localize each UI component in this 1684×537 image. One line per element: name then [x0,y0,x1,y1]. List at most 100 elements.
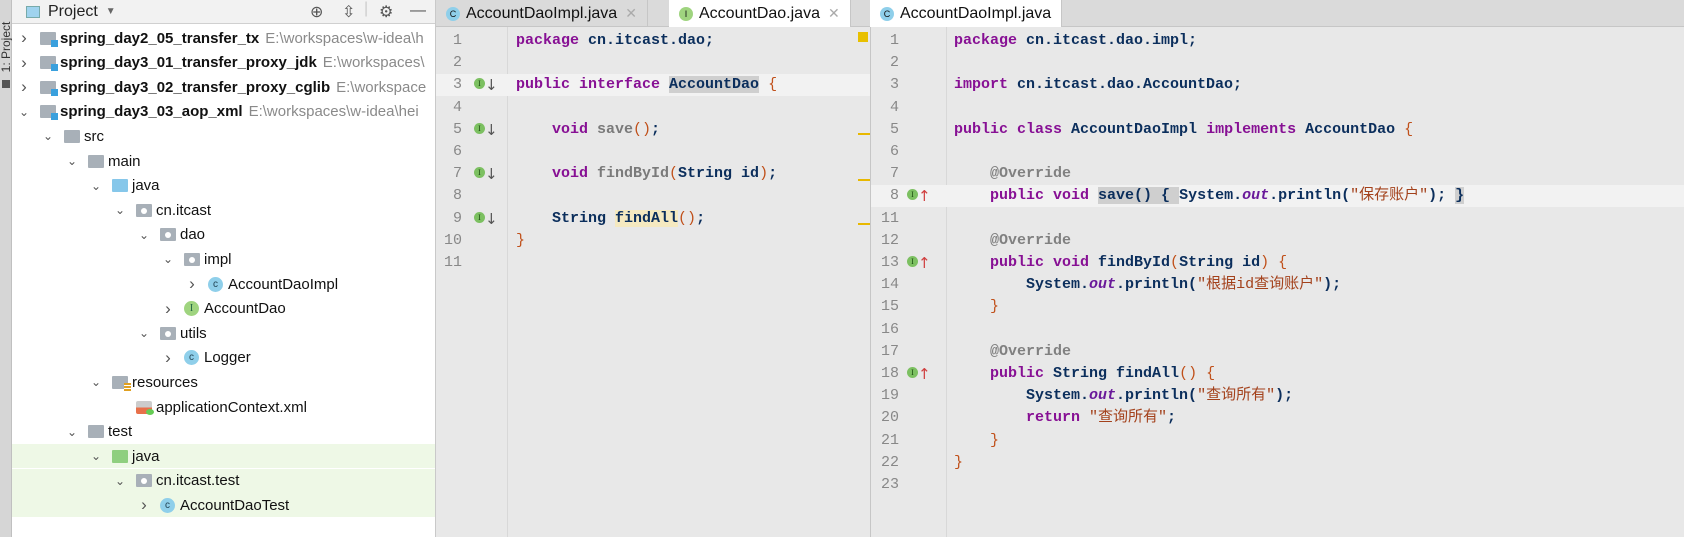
implemented-interface-icon[interactable]: I [474,211,485,223]
tree-item-name: java [132,447,160,465]
code-token: import [954,76,1018,94]
class-icon: c [208,276,223,292]
chevron-down-icon[interactable]: ⌄ [42,129,54,143]
arrow-down-icon[interactable]: ↓ [485,163,498,185]
chevron-down-icon[interactable]: ⌄ [18,105,30,119]
code-line: 21 } [871,430,1684,452]
tree-item[interactable]: › spring_day2_05_transfer_tx E:\workspaces… [12,26,435,50]
tree-item[interactable]: ⌄ spring_day3_03_aop_xml E:\workspaces\w-i… [12,100,435,124]
implemented-interface-icon[interactable]: I [474,78,485,90]
tree-item[interactable]: › spring_day3_01_transfer_proxy_jdk E:\wor… [12,51,435,75]
implemented-interface-icon[interactable]: I [474,167,485,179]
code-line: 11 [436,252,870,274]
editor-tab[interactable]: C AccountDaoImpl.java [870,0,1063,27]
tree-item-name: cn.itcast.test [156,472,240,490]
chevron-down-icon[interactable]: ⌄ [138,326,150,340]
tree-item[interactable]: ⌄ resources [12,370,435,394]
code-token: } [516,231,526,249]
tree-item[interactable]: ⌄ utils [12,321,435,345]
tree-item[interactable]: ⌄ dao [12,223,435,247]
code-line: 2 [436,52,870,74]
arrow-down-icon[interactable]: ↓ [485,208,498,230]
arrow-up-icon[interactable]: ↑ [918,252,931,274]
implemented-interface-icon[interactable]: I [907,256,918,267]
code-line: 18 I ↑ public String findAll() { [871,363,1684,385]
code-token: } [954,298,1000,316]
arrow-up-icon[interactable]: ↑ [918,185,931,207]
code-text: return "查询所有"; [954,407,1176,429]
tree-item[interactable]: › c Logger [12,346,435,370]
close-tab-icon[interactable]: ✕ [828,5,840,22]
chevron-down-icon[interactable]: ⌄ [90,375,102,389]
project-view-selector[interactable]: Project [48,3,98,21]
tree-item[interactable]: › c AccountDaoImpl [12,272,435,296]
chevron-down-icon[interactable]: ⌄ [138,228,150,242]
implemented-interface-icon[interactable]: I [474,122,485,134]
tree-item-label: resources [132,374,198,391]
chevron-right-icon[interactable]: › [18,53,30,73]
implemented-interface-icon[interactable]: I [907,189,918,201]
line-number: 10 [443,231,462,249]
gear-icon[interactable]: ⚙ [379,2,393,22]
code-line: 5 public class AccountDaoImpl implements … [871,119,1684,141]
chevron-right-icon[interactable]: › [18,77,30,97]
tree-item-label: spring_day3_02_transfer_proxy_cglib E:\wo… [60,79,426,96]
code-token: () [678,209,697,227]
tree-item[interactable]: ⌄ cn.itcast [12,198,435,222]
code-token: findAll [615,209,679,227]
tree-item[interactable]: ⌄ impl [12,247,435,271]
chevron-down-icon[interactable]: ⌄ [162,252,174,266]
tree-item[interactable]: ⌄ test [12,420,435,444]
code-token: ( [1170,254,1180,271]
left-editor[interactable]: 1 package cn.itcast.dao; 2 3 I ↓ public interf… [436,27,870,537]
tree-item[interactable]: ⌄ java [12,174,435,198]
tree-item-label: cn.itcast.test [156,472,239,489]
editor-tab[interactable]: C AccountDaoImpl.java ✕ [436,0,648,27]
code-token: ); [1275,387,1294,405]
line-number: 19 [880,387,899,405]
right-tab-bar: C AccountDaoImpl.java [870,0,1684,27]
arrow-up-icon[interactable]: ↑ [918,363,931,385]
arrow-down-icon[interactable]: ↓ [485,74,498,96]
chevron-right-icon[interactable]: › [162,348,174,368]
code-text: System.out.println("根据id查询账户"); [954,274,1341,296]
code-line: 6 [436,141,870,163]
tree-item[interactable]: › c AccountDaoTest [12,493,435,518]
chevron-down-icon[interactable]: ⌄ [66,154,78,168]
implemented-interface-icon[interactable]: I [907,367,918,378]
line-number: 15 [880,298,899,316]
code-line: 7 I ↓ void findById(String id); [436,163,870,185]
line-number: 8 [889,187,899,205]
chevron-right-icon[interactable]: › [18,28,30,48]
code-token: "查询所有" [1089,409,1168,427]
arrow-down-icon[interactable]: ↓ [485,119,498,141]
interface-icon: I [184,301,199,317]
tree-item[interactable]: ⌄ java [12,444,435,469]
locate-target-icon[interactable]: ⊕ [310,2,323,22]
chevron-right-icon[interactable]: › [138,495,150,515]
collapse-all-icon[interactable]: ⇳ [342,2,355,22]
minimize-icon[interactable]: — [410,2,426,20]
chevron-down-icon[interactable]: ⌄ [114,203,126,217]
code-text: import cn.itcast.dao.AccountDao; [954,74,1242,96]
tree-item[interactable]: ⌄ cn.itcast.test [12,468,435,493]
tree-item[interactable]: › spring_day3_02_transfer_proxy_cglib E:\w… [12,75,435,99]
tree-item[interactable]: ⌄ src [12,124,435,148]
chevron-down-icon[interactable]: ⌄ [90,449,102,463]
editor-tab[interactable]: I AccountDao.java ✕ [669,0,851,27]
close-tab-icon[interactable]: ✕ [625,5,637,22]
chevron-right-icon[interactable]: › [162,299,174,319]
right-editor[interactable]: 1 package cn.itcast.dao.impl; 2 3 import cn.… [870,27,1684,537]
chevron-down-icon[interactable]: ⌄ [66,425,78,439]
tree-item[interactable]: ⌄ main [12,149,435,173]
chevron-down-icon[interactable]: ▼ [106,6,116,17]
chevron-right-icon[interactable]: › [186,274,198,294]
tree-item-name: impl [204,250,232,268]
chevron-down-icon[interactable]: ⌄ [114,474,126,488]
chevron-down-icon[interactable]: ⌄ [90,179,102,193]
tree-item-name: resources [132,373,198,391]
tree-item[interactable]: applicationContext.xml [12,395,435,419]
tree-item[interactable]: › I AccountDao [12,297,435,321]
code-token: { [1278,254,1288,271]
